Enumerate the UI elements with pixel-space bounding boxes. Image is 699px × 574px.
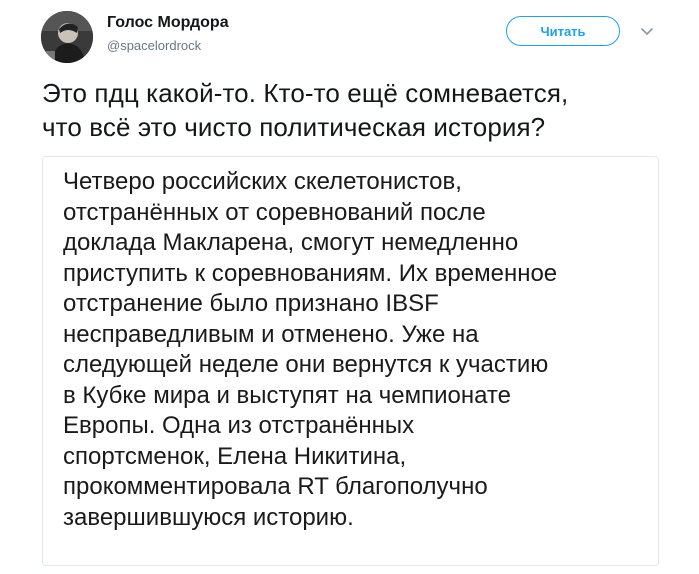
media-card[interactable]: Четверо российских скелетонистов, отстра… [42,156,659,566]
author-username[interactable]: @spacelordrock [107,38,201,53]
user-avatar-icon[interactable] [41,11,93,63]
chevron-down-icon[interactable] [639,24,655,40]
media-image-text: Четверо российских скелетонистов, отстра… [63,168,558,531]
tweet: Голос Мордора @spacelordrock Читать Это … [0,0,699,574]
follow-button[interactable]: Читать [506,16,620,46]
tweet-text: Это пдц какой-то. Кто-то ещё сомневается… [42,78,569,142]
author-display-name[interactable]: Голос Мордора [107,14,229,32]
